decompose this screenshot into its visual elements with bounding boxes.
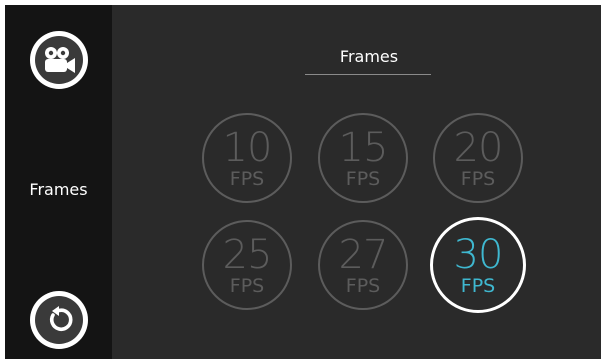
- fps-option-30[interactable]: 30 FPS: [430, 217, 526, 313]
- camera-button[interactable]: [30, 31, 88, 89]
- rotate-back-icon: [49, 306, 73, 332]
- camera-button-inner: [35, 36, 83, 84]
- fps-value: 15: [338, 124, 389, 171]
- fps-value: 27: [338, 231, 389, 278]
- fps-option-15[interactable]: 15 FPS: [318, 113, 408, 203]
- fps-unit: FPS: [460, 274, 496, 297]
- fps-unit: FPS: [229, 274, 265, 297]
- back-button-inner: [35, 296, 83, 344]
- fps-value: 20: [453, 124, 504, 171]
- fps-option-10[interactable]: 10 FPS: [202, 113, 292, 203]
- fps-unit: FPS: [460, 167, 496, 190]
- fps-value: 10: [222, 124, 273, 171]
- sidebar-label: Frames: [29, 180, 88, 199]
- sidebar: Frames: [5, 5, 112, 359]
- screen: Frames Frames 10 FPS 15 FPS 20 FPS 25 FP…: [5, 5, 601, 359]
- fps-value: 30: [453, 231, 504, 278]
- fps-unit: FPS: [229, 167, 265, 190]
- video-camera-icon: [45, 47, 75, 73]
- fps-value: 25: [222, 231, 273, 278]
- title-divider: [305, 74, 431, 75]
- fps-unit: FPS: [345, 167, 381, 190]
- fps-unit: FPS: [345, 274, 381, 297]
- fps-option-25[interactable]: 25 FPS: [202, 220, 292, 310]
- fps-option-20[interactable]: 20 FPS: [433, 113, 523, 203]
- back-button[interactable]: [30, 291, 88, 349]
- fps-option-27[interactable]: 27 FPS: [318, 220, 408, 310]
- page-title: Frames: [339, 47, 399, 66]
